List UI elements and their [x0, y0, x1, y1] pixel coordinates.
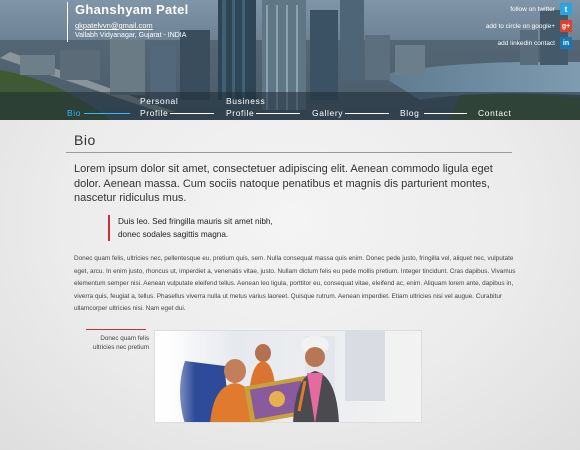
nav-underline-business	[256, 113, 300, 114]
nav-label-personal: Personal	[140, 96, 179, 106]
photo-caption: Donec quam felis ultricies nec pretium	[78, 334, 149, 352]
lead-paragraph: Lorem ipsum dolor sit amet, consectetuer…	[74, 163, 493, 204]
profile-name: Ghanshyam Patel	[75, 2, 189, 17]
bio-photo[interactable]	[154, 330, 422, 423]
title-divider	[66, 152, 512, 153]
photo-caption-line-1: Donec quam felis	[100, 335, 149, 342]
nav-underline-gallery	[345, 113, 389, 114]
social-link-twitter[interactable]: follow on twitter t	[402, 2, 572, 16]
social-label-google-plus: add to circle on google+	[485, 22, 555, 30]
body-paragraph: Donec quam felis, ultricies nec, pellent…	[74, 255, 516, 312]
nav-item-personal-profile[interactable]: Personal Profile	[140, 96, 178, 118]
profile-email-link[interactable]: gkpatelvvn@gmail.com	[75, 21, 197, 31]
profile-identity: Ghanshyam Patel gkpatelvvn@gmail.com Val…	[67, 2, 197, 42]
social-link-linkedin[interactable]: add linkedin contact in	[402, 36, 572, 50]
header-banner: Ghanshyam Patel gkpatelvvn@gmail.com Val…	[0, 0, 580, 120]
bio-section: Bio Lorem ipsum dolor sit amet, consecte…	[0, 120, 580, 450]
social-link-google-plus[interactable]: add to circle on google+ g+	[402, 19, 572, 33]
pull-quote-line-1: Duis leo. Sed fringilla mauris sit amet …	[118, 217, 273, 226]
social-label-twitter: follow on twitter	[510, 5, 555, 13]
linkedin-icon[interactable]: in	[560, 37, 572, 49]
nav-underline-blog	[424, 113, 467, 114]
twitter-icon[interactable]: t	[560, 3, 572, 15]
nav-label-business: Business	[226, 96, 266, 106]
google-plus-icon[interactable]: g+	[560, 20, 572, 32]
profile-location: Vallabh Vidyanagar, Gujarat - INDIA	[75, 32, 187, 39]
caption-accent-line	[86, 329, 146, 330]
nav-underline-personal	[170, 113, 214, 114]
nav-item-bio[interactable]: Bio	[67, 108, 81, 118]
social-label-linkedin: add linkedin contact	[497, 39, 555, 47]
page-title: Bio	[74, 132, 96, 148]
social-links: follow on twitter t add to circle on goo…	[402, 2, 572, 53]
nav-item-business-profile[interactable]: Business Profile	[226, 96, 265, 118]
nav-underline-bio	[84, 113, 130, 114]
nav-item-contact[interactable]: Contact	[478, 108, 512, 118]
nav-item-gallery[interactable]: Gallery	[312, 108, 343, 118]
ceremony-photo	[155, 331, 421, 422]
pull-quote: Duis leo. Sed fringilla mauris sit amet …	[108, 215, 328, 241]
nav-item-blog[interactable]: Blog	[400, 108, 419, 118]
pull-quote-line-2: donec sodales sagittis magna.	[118, 230, 229, 239]
photo-caption-line-2: ultricies nec pretium	[93, 344, 149, 351]
